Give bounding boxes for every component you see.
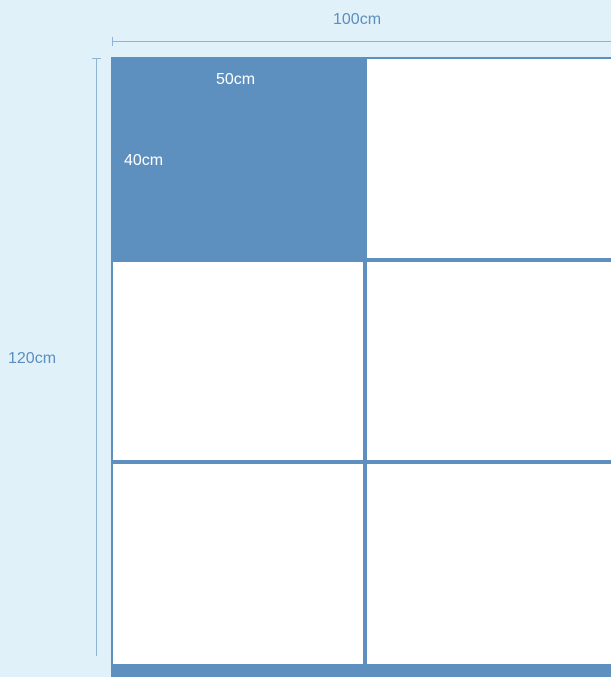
panel-grid: 50cm 40cm [111,57,611,677]
width-dimension-line [112,41,611,42]
total-width-label: 100cm [333,11,382,28]
panel-cell-selected[interactable]: 50cm 40cm [113,59,363,258]
height-dimension-tick [92,58,101,59]
panel-cell[interactable] [367,59,611,258]
height-dimension-line [96,58,97,656]
panel-cell[interactable] [367,262,611,460]
panel-width-label: 50cm [216,71,256,88]
total-height-label: 120cm [8,350,57,367]
panel-cell[interactable] [367,464,611,664]
panel-height-label: 40cm [124,152,164,169]
panel-cell[interactable] [113,262,363,460]
width-dimension-tick [112,37,113,46]
panel-cell[interactable] [113,464,363,664]
